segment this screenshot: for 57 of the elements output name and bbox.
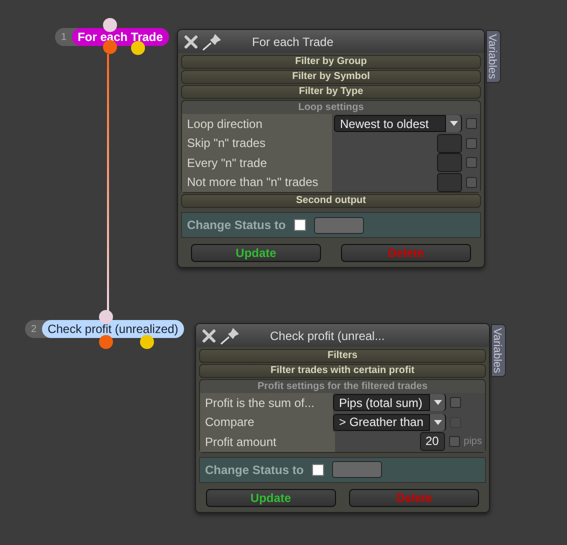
checkbox[interactable] — [466, 118, 477, 130]
output-port[interactable] — [140, 335, 154, 349]
panel-title: Check profit (unreal... — [270, 328, 385, 344]
output-port[interactable] — [131, 41, 145, 55]
node-label: Check profit (unrealized) — [42, 320, 184, 338]
section-header[interactable]: Second output — [181, 194, 481, 208]
checkbox[interactable] — [450, 397, 461, 408]
checkbox[interactable] — [466, 138, 477, 149]
status-field[interactable] — [332, 461, 382, 478]
update-button[interactable]: Update — [191, 244, 321, 262]
status-checkbox[interactable] — [294, 219, 306, 231]
status-label: Change Status to — [205, 462, 304, 478]
caret-icon — [434, 420, 442, 425]
update-button[interactable]: Update — [206, 488, 336, 506]
status-label: Change Status to — [187, 217, 286, 234]
input-port[interactable] — [103, 18, 117, 32]
close-icon[interactable] — [202, 328, 216, 342]
setting-label: Every "n" trade — [182, 153, 332, 172]
checkbox[interactable] — [448, 436, 460, 448]
section-header[interactable]: Filter by Group — [181, 55, 481, 69]
section-header[interactable]: Filter by Symbol — [181, 70, 481, 84]
pin-icon[interactable] — [202, 32, 224, 50]
setting-label: Profit amount — [200, 432, 335, 452]
checkbox[interactable] — [466, 176, 477, 188]
node-number: 1 — [60, 30, 68, 44]
output-port[interactable] — [103, 40, 117, 54]
unit-label: pips — [464, 435, 482, 450]
caret-icon — [450, 121, 458, 126]
node-number: 2 — [30, 322, 38, 336]
checkbox[interactable] — [466, 157, 477, 168]
number-field[interactable] — [437, 134, 462, 153]
input-port[interactable] — [99, 310, 113, 324]
node-pill[interactable]: 1 For each Trade — [55, 28, 169, 46]
setting-label: Compare — [200, 412, 333, 432]
section-header[interactable]: Filters — [199, 349, 486, 363]
number-field[interactable] — [437, 172, 462, 192]
setting-label: Profit is the sum of... — [200, 393, 333, 412]
status-field[interactable] — [314, 216, 364, 234]
status-checkbox[interactable] — [312, 464, 324, 476]
caret-icon — [434, 400, 442, 406]
dropdown[interactable]: Newest to oldest — [334, 115, 462, 132]
pin-icon[interactable] — [220, 326, 242, 344]
panel-title: For each Trade — [252, 34, 334, 50]
dropdown[interactable]: Pips (total sum) — [333, 394, 446, 412]
variables-tab[interactable]: Variables — [491, 324, 506, 378]
section-header[interactable]: Filter trades with certain profit — [199, 364, 486, 378]
node-pill[interactable]: 2 Check profit (unrealized) — [25, 320, 184, 338]
close-icon[interactable] — [184, 34, 198, 48]
section-header[interactable]: Filter by Type — [181, 85, 481, 99]
number-field[interactable]: 20 — [420, 432, 445, 452]
variables-tab[interactable]: Variables — [486, 30, 501, 84]
setting-label: Skip "n" trades — [182, 134, 332, 153]
setting-label: Not more than "n" trades — [182, 172, 332, 192]
number-field[interactable] — [437, 153, 462, 172]
node-label: For each Trade — [72, 28, 169, 46]
setting-label: Loop direction — [182, 114, 332, 134]
output-port[interactable] — [99, 335, 113, 349]
